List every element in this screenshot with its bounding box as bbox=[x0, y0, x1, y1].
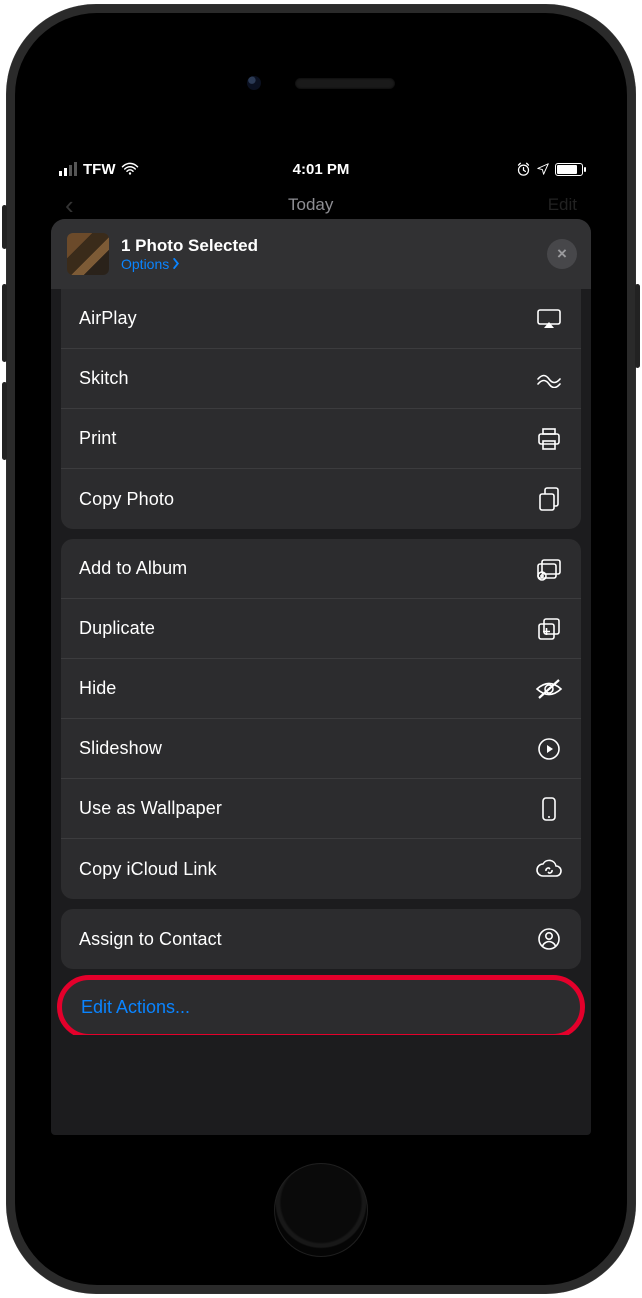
contact-icon bbox=[535, 927, 563, 951]
action-print[interactable]: Print bbox=[61, 409, 581, 469]
phone-icon bbox=[535, 796, 563, 822]
carrier-label: TFW bbox=[83, 161, 115, 178]
cloud-link-icon bbox=[535, 859, 563, 879]
sheet-title: 1 Photo Selected bbox=[121, 236, 535, 256]
action-label: Duplicate bbox=[79, 618, 155, 639]
close-button[interactable]: × bbox=[547, 239, 577, 269]
print-icon bbox=[535, 427, 563, 451]
action-label: Copy iCloud Link bbox=[79, 859, 217, 880]
action-duplicate[interactable]: Duplicate bbox=[61, 599, 581, 659]
screen: TFW 4:01 PM ‹ Today Edit bbox=[51, 155, 591, 1135]
play-circle-icon bbox=[535, 737, 563, 761]
duplicate-icon bbox=[535, 616, 563, 642]
location-icon bbox=[536, 162, 550, 176]
action-hide[interactable]: Hide bbox=[61, 659, 581, 719]
wifi-icon bbox=[121, 162, 139, 176]
action-group-1: AirPlay Skitch Print Copy Photo bbox=[61, 289, 581, 529]
close-icon: × bbox=[557, 244, 567, 264]
copy-photo-icon bbox=[535, 486, 563, 512]
options-button[interactable]: Options bbox=[121, 256, 535, 272]
alarm-icon bbox=[516, 162, 531, 177]
action-copy-photo[interactable]: Copy Photo bbox=[61, 469, 581, 529]
action-label: Skitch bbox=[79, 368, 129, 389]
front-camera bbox=[247, 76, 261, 90]
hide-icon bbox=[535, 678, 563, 700]
action-copy-icloud-link[interactable]: Copy iCloud Link bbox=[61, 839, 581, 899]
action-assign-to-contact[interactable]: Assign to Contact bbox=[61, 909, 581, 969]
photo-thumbnail[interactable] bbox=[67, 233, 109, 275]
action-label: Add to Album bbox=[79, 558, 187, 579]
album-add-icon bbox=[535, 557, 563, 581]
edit-actions-row[interactable]: Edit Actions... bbox=[61, 979, 581, 1035]
action-group-3: Assign to Contact bbox=[61, 909, 581, 969]
action-label: Copy Photo bbox=[79, 489, 174, 510]
earpiece-speaker bbox=[295, 78, 395, 89]
sheet-header: 1 Photo Selected Options × bbox=[51, 219, 591, 289]
action-label: AirPlay bbox=[79, 308, 137, 329]
action-use-as-wallpaper[interactable]: Use as Wallpaper bbox=[61, 779, 581, 839]
chevron-right-icon bbox=[172, 258, 180, 269]
action-label: Assign to Contact bbox=[79, 929, 222, 950]
clock: 4:01 PM bbox=[234, 161, 409, 178]
home-button[interactable] bbox=[274, 1163, 368, 1257]
action-label: Hide bbox=[79, 678, 116, 699]
action-label: Print bbox=[79, 428, 117, 449]
battery-icon bbox=[555, 163, 583, 176]
action-skitch[interactable]: Skitch bbox=[61, 349, 581, 409]
share-sheet: 1 Photo Selected Options × AirPlay bbox=[51, 219, 591, 1135]
nav-edit-button[interactable]: Edit bbox=[548, 195, 577, 215]
airplay-icon bbox=[535, 308, 563, 330]
status-bar: TFW 4:01 PM bbox=[51, 155, 591, 183]
options-label: Options bbox=[121, 256, 169, 272]
action-add-to-album[interactable]: Add to Album bbox=[61, 539, 581, 599]
back-chevron-icon[interactable]: ‹ bbox=[65, 190, 74, 221]
action-label: Slideshow bbox=[79, 738, 162, 759]
cell-signal-icon bbox=[59, 162, 77, 176]
action-label: Use as Wallpaper bbox=[79, 798, 222, 819]
action-airplay[interactable]: AirPlay bbox=[61, 289, 581, 349]
edit-actions-label: Edit Actions... bbox=[81, 997, 190, 1018]
nav-title: Today bbox=[288, 195, 333, 215]
action-group-2: Add to Album Duplicate Hide Slidesh bbox=[61, 539, 581, 899]
skitch-icon bbox=[535, 370, 563, 388]
action-slideshow[interactable]: Slideshow bbox=[61, 719, 581, 779]
